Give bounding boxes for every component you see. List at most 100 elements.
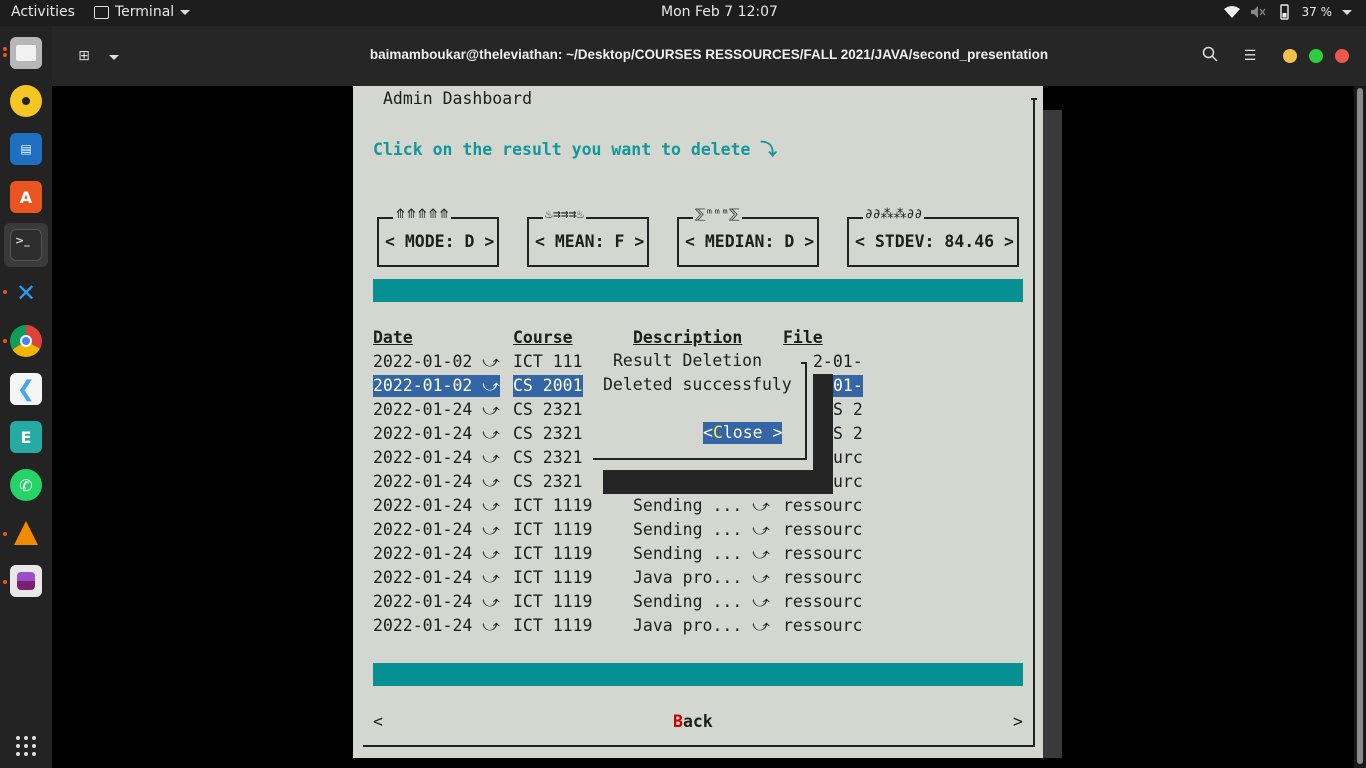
cell-date: 2022-01-24 ⤻ bbox=[373, 496, 500, 515]
stdev-stat-box[interactable]: ∂∂⁂⁂∂∂ < STDEV: 84.46 > bbox=[847, 208, 1019, 267]
scrollbar-thumb[interactable] bbox=[1357, 88, 1363, 764]
cell-course: CS 2321 bbox=[513, 400, 583, 419]
header-course: Course bbox=[513, 328, 573, 347]
close-window-button[interactable] bbox=[1335, 49, 1349, 63]
cell-date: 2022-01-24 ⤻ bbox=[373, 520, 500, 539]
terminal-headerbar: ⊞ baimamboukar@theleviathan: ~/Desktop/C… bbox=[52, 26, 1366, 86]
back-hotkey: B bbox=[673, 712, 683, 731]
running-indicator bbox=[3, 339, 7, 343]
cell-desc: Sending ... ⤻ bbox=[633, 496, 770, 515]
cell-course: ICT 1119 bbox=[513, 520, 593, 539]
table-row[interactable]: 2022-01-24 ⤻ ICT 1119 Sending ... ⤻ ressour… bbox=[373, 519, 863, 541]
cell-date: 2022-01-24 ⤻ bbox=[373, 424, 500, 443]
cell-file: ressourc bbox=[783, 592, 863, 611]
show-apps-icon[interactable] bbox=[16, 736, 36, 756]
nav-prev-button[interactable]: < bbox=[373, 712, 383, 731]
frame-bottom bbox=[363, 745, 1035, 747]
cell-course: CS 2321 bbox=[513, 424, 583, 443]
admin-dashboard-dialog: Admin Dashboard Click on the result you … bbox=[353, 86, 1043, 758]
whatsapp-icon[interactable]: ✆ bbox=[10, 469, 42, 501]
cell-course: CS 2321 bbox=[513, 448, 583, 467]
running-indicator bbox=[3, 53, 7, 57]
maximize-button[interactable] bbox=[1309, 49, 1323, 63]
terminal-icon[interactable]: >_ bbox=[10, 229, 42, 261]
cell-file: S 2 bbox=[833, 400, 863, 419]
cell-date: 2022-01-02 ⤻ bbox=[373, 352, 500, 371]
cell-course: ICT 111 bbox=[513, 352, 583, 371]
hamburger-menu-icon[interactable]: ☰ bbox=[1240, 46, 1260, 66]
clock[interactable]: Mon Feb 7 12:07 bbox=[661, 4, 778, 20]
stdev-stat-label: < STDEV: 84.46 > bbox=[855, 232, 1014, 251]
cell-course: ICT 1119 bbox=[513, 568, 593, 587]
eclipse-icon[interactable]: E bbox=[10, 421, 42, 453]
vlc-icon[interactable] bbox=[10, 517, 42, 549]
table-row[interactable]: 2022-01-24 ⤻ ICT 1119 Java pro... ⤻ ressour… bbox=[373, 567, 863, 589]
cell-date: 2022-01-24 ⤻ bbox=[373, 592, 500, 611]
table-row[interactable]: 2022-01-24 ⤻ ICT 1119 Sending ... ⤻ ressour… bbox=[373, 495, 863, 517]
rhythmbox-icon[interactable] bbox=[10, 85, 42, 117]
top-bar: Activities Terminal Mon Feb 7 12:07 37 % bbox=[0, 0, 1366, 26]
app-menu-label: Terminal bbox=[115, 4, 175, 20]
cell-date: 2022-01-24 ⤻ bbox=[373, 616, 500, 635]
close-hotkey: C bbox=[712, 423, 723, 442]
running-indicator bbox=[3, 580, 7, 584]
cell-course: ICT 1119 bbox=[513, 592, 593, 611]
mean-stat-box[interactable]: ♨⇉⇉⇉♨ < MEAN: F > bbox=[527, 208, 649, 267]
chrome-icon[interactable] bbox=[10, 325, 42, 357]
cell-file: urc bbox=[833, 448, 863, 467]
vscode-icon[interactable]: ✕ bbox=[10, 277, 42, 309]
cell-file: ressourc bbox=[783, 496, 863, 515]
cell-date: 2022-01-24 ⤻ bbox=[373, 448, 500, 467]
nav-next-button[interactable]: > bbox=[1013, 712, 1023, 731]
cell-course: CS 2321 bbox=[513, 472, 583, 491]
header-date: Date bbox=[373, 328, 413, 347]
cell-file: S 2 bbox=[833, 424, 863, 443]
table-row[interactable]: 2022-01-24 ⤻ ICT 1119 Java pro... ⤻ ressour… bbox=[373, 615, 863, 637]
software-icon[interactable]: A bbox=[10, 181, 42, 213]
system-tray[interactable]: 37 % bbox=[1223, 4, 1352, 20]
cell-date: 2022-01-24 ⤻ bbox=[373, 544, 500, 563]
running-indicator bbox=[3, 47, 7, 51]
app-menu[interactable]: Terminal bbox=[94, 4, 191, 20]
median-stat-label: < MEDIAN: D > bbox=[685, 232, 815, 251]
cell-file: ressourc bbox=[783, 520, 863, 539]
terminal-small-icon bbox=[94, 5, 109, 19]
close-open: < bbox=[703, 423, 713, 442]
mode-stat-box[interactable]: ⤊⤊⤊⤊⤊ < MODE: D > bbox=[377, 208, 499, 267]
wifi-icon bbox=[1223, 6, 1240, 18]
median-stat-box[interactable]: ⅀ᵐᵐᵐ⅀ < MEDIAN: D > bbox=[677, 208, 819, 267]
back-label: ack bbox=[682, 712, 713, 731]
cell-file: 2-01- bbox=[813, 352, 863, 371]
running-indicator bbox=[3, 532, 7, 536]
cell-file: urc bbox=[833, 472, 863, 491]
running-indicator bbox=[3, 290, 7, 294]
cell-desc: Sending ... ⤻ bbox=[633, 544, 770, 563]
cell-file: ressourc bbox=[783, 616, 863, 635]
popup-frame bbox=[593, 458, 807, 460]
files-icon[interactable] bbox=[10, 37, 42, 69]
minimize-button[interactable] bbox=[1283, 49, 1297, 63]
back-button[interactable]: Back bbox=[673, 712, 713, 731]
table-row[interactable]: 2022-01-24 ⤻ ICT 1119 Sending ... ⤻ ressour… bbox=[373, 543, 863, 565]
stat-decoration: ♨⇉⇉⇉♨ bbox=[543, 207, 587, 222]
table-row[interactable]: 2022-01-24 ⤻ ICT 1119 Sending ... ⤻ ressour… bbox=[373, 591, 863, 613]
cell-desc: Java pro... ⤻ bbox=[633, 568, 770, 587]
close-label: lose > bbox=[722, 423, 783, 442]
popup-title: Result Deletion bbox=[613, 351, 763, 370]
popup-shadow bbox=[813, 374, 833, 494]
popup-frame bbox=[805, 362, 807, 460]
terminal-scrollbar[interactable] bbox=[1354, 86, 1366, 768]
close-button[interactable]: <Close > bbox=[703, 422, 783, 444]
cell-date: 2022-01-24 ⤻ bbox=[373, 568, 500, 587]
tweaks-icon[interactable] bbox=[10, 565, 42, 597]
dock: ▤ A >_ ✕ ❮ E ✆ bbox=[0, 26, 52, 768]
popup-message: Deleted successfuly bbox=[603, 375, 792, 394]
separator-bar bbox=[373, 663, 1023, 686]
writer-icon[interactable]: ▤ bbox=[10, 133, 42, 165]
flutter-icon[interactable]: ❮ bbox=[10, 373, 42, 405]
stat-decoration: ⅀ᵐᵐᵐ⅀ bbox=[693, 207, 742, 222]
activities-button[interactable]: Activities bbox=[11, 4, 75, 20]
stat-decoration: ∂∂⁂⁂∂∂ bbox=[863, 207, 925, 222]
popup-shadow bbox=[603, 470, 833, 494]
search-icon[interactable] bbox=[1200, 46, 1220, 66]
